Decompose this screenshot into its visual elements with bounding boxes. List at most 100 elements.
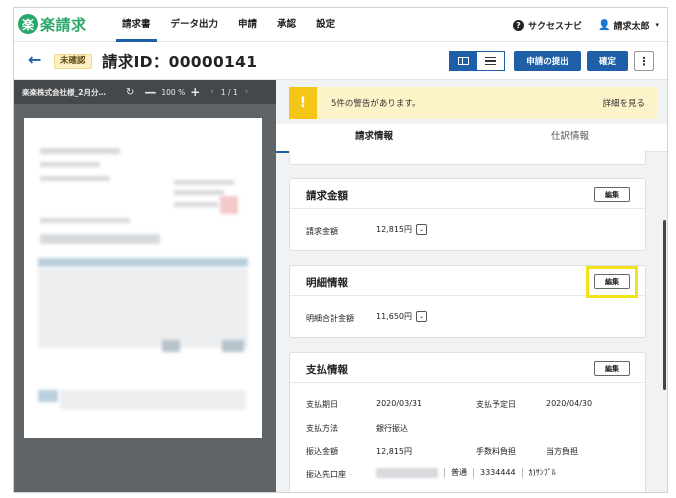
details-total-label: 明細合計金額 [306,314,354,323]
chevron-down-icon[interactable]: ⌄ [416,311,427,322]
main-menu: 請求書 データ出力 申請 承認 設定 [112,8,345,42]
page-title: 請求ID：00000141 [102,53,258,71]
more-menu-button[interactable]: ⋮ [634,51,654,71]
transfer-amount-value: 12,815円 [376,447,412,456]
status-badge: 未確認 [54,54,92,69]
card-title: 請求金額 [306,190,348,202]
billing-amount-label: 請求金額 [306,227,338,236]
user-icon: 👤 [598,19,611,31]
top-nav: 楽 楽請求 請求書 データ出力 申請 承認 設定 ? サクセスナビ 👤 請求太郎… [14,8,667,42]
billing-amount-value-group: 12,815円 ⌄ [376,224,427,235]
card-header: 支払情報 編集 [290,353,645,383]
planned-date-label: 支払予定日 [476,400,516,409]
zoom-in-icon[interactable]: + [190,85,200,99]
account-number: 3334444 [480,468,516,477]
card-billing-amount: 請求金額 編集 請求金額 12,815円 ⌄ [289,178,646,251]
warning-icon: ! [289,87,317,119]
blurred-bank-name [376,467,438,478]
next-page-icon[interactable]: › [245,87,249,97]
card-header: 明細情報 編集 [290,266,645,298]
card-details: 明細情報 編集 明細合計金額 11,650円 ⌄ [289,265,646,338]
success-navi-link[interactable]: サクセスナビ [528,19,582,32]
card-title: 支払情報 [306,364,348,376]
card-title: 明細情報 [306,277,348,289]
nav-item-settings[interactable]: 設定 [306,8,345,42]
billing-amount-value: 12,815円 [376,225,412,234]
nav-item-approval[interactable]: 承認 [267,8,306,42]
invoice-info-panel: ! 5件の警告があります。 詳細を見る 請求情報 仕訳情報 請求金額 編集 請求… [276,80,667,492]
nav-right: ? サクセスナビ 👤 請求太郎 ▾ [513,8,659,42]
payment-method-value: 銀行振込 [376,424,408,433]
viewer-toolbar: 楽楽株式会社様_2月分… ↻ — 100 % + ‹ 1 / 1 › [14,80,276,104]
split-view-icon [457,57,469,65]
divider [444,467,445,478]
nav-item-invoices[interactable]: 請求書 [112,8,161,42]
fee-label: 手数料負担 [476,447,516,456]
zoom-level: 100 % [161,87,186,97]
tab-journal-info[interactable]: 仕訳情報 [472,124,667,152]
details-total-value: 11,650円 [376,312,412,321]
back-arrow-icon[interactable]: ← [28,50,41,69]
user-name[interactable]: 請求太郎 [613,19,649,32]
app-logo[interactable]: 楽 楽請求 [18,13,87,35]
due-date-label: 支払期日 [306,400,338,409]
nav-item-data-export[interactable]: データ出力 [161,8,229,42]
blurred-stamp [220,196,238,214]
blurred-content [60,390,246,410]
edit-billing-amount-button[interactable]: 編集 [594,187,630,202]
list-view-icon [485,57,496,65]
list-view-button[interactable] [477,51,505,71]
account-value-group: 普通 3334444 ｶ)ｻﾝﾌﾟﾙ [376,467,556,478]
prev-page-icon[interactable]: ‹ [210,87,214,97]
rotate-icon[interactable]: ↻ [126,87,134,98]
file-name: 楽楽株式会社様_2月分… [22,87,106,97]
chevron-down-icon[interactable]: ▾ [655,21,659,29]
view-toggle [449,51,505,71]
blurred-table [38,268,248,348]
blurred-content [174,180,234,185]
invoice-header: ← 未確認 請求ID：00000141 申請の提出 確定 ⋮ [14,42,667,80]
warning-banner: ! 5件の警告があります。 詳細を見る [289,87,657,119]
account-holder: ｶ)ｻﾝﾌﾟﾙ [528,468,556,477]
document-page-preview [24,118,262,438]
payment-method-label: 支払方法 [306,424,338,433]
chevron-down-icon[interactable]: ⌄ [416,224,427,235]
document-viewer: 楽楽株式会社様_2月分… ↻ — 100 % + ‹ 1 / 1 › [14,80,276,492]
warning-details-link[interactable]: 詳細を見る [602,97,645,109]
details-total-value-group: 11,650円 ⌄ [376,311,427,322]
card-header: 請求金額 編集 [290,179,645,209]
split-view-button[interactable] [449,51,477,71]
logo-text: 楽請求 [40,15,87,34]
blurred-content [222,340,244,352]
logo-icon: 楽 [18,14,38,34]
confirm-button[interactable]: 確定 [587,51,628,71]
blurred-content [174,190,224,195]
app-window: 楽 楽請求 請求書 データ出力 申請 承認 設定 ? サクセスナビ 👤 請求太郎… [13,7,668,493]
blurred-table-header [38,258,248,267]
planned-date-value: 2020/04/30 [546,399,593,408]
divider [473,467,474,478]
zoom-out-icon[interactable]: — [144,85,156,99]
card-payment: 支払情報 編集 支払期日 2020/03/31 支払予定日 2020/04/30… [289,352,646,492]
blurred-content [40,234,160,244]
tab-invoice-info[interactable]: 請求情報 [276,124,472,153]
blurred-content [38,390,58,402]
fee-value: 当方負担 [546,447,578,456]
transfer-amount-label: 振込金額 [306,447,338,456]
submit-application-button[interactable]: 申請の提出 [514,51,581,71]
account-label: 振込先口座 [306,470,346,479]
blurred-content [40,162,100,167]
warning-message: 5件の警告があります。 [331,99,421,109]
card-previous [289,150,646,165]
scrollbar[interactable] [663,220,666,390]
page-indicator: 1 / 1 [220,87,238,97]
edit-payment-button[interactable]: 編集 [594,361,630,376]
nav-item-application[interactable]: 申請 [228,8,267,42]
highlight-box [586,266,638,298]
account-type: 普通 [451,468,467,477]
help-icon[interactable]: ? [513,19,524,31]
blurred-content [40,218,130,223]
divider [521,467,523,478]
blurred-content [174,202,218,207]
blurred-content [40,176,110,181]
